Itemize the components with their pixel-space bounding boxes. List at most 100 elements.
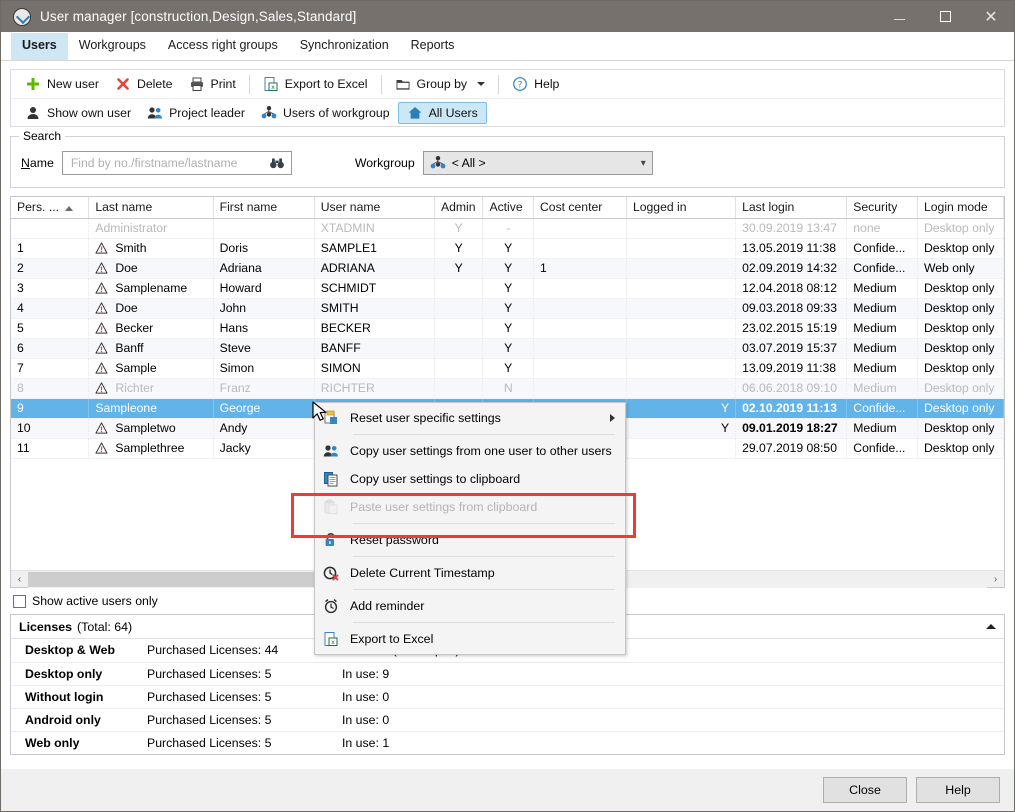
col-header-logged-in[interactable]: Logged in <box>626 197 737 219</box>
group-by-button[interactable]: Group by <box>387 73 494 95</box>
context-menu-separator <box>353 556 615 557</box>
context-menu-item-label: Paste user settings from clipboard <box>350 500 538 514</box>
col-header-last-name[interactable]: Last name <box>88 197 214 219</box>
new-user-label: New user <box>47 77 99 91</box>
license-kind: Android only <box>11 708 139 732</box>
col-header-active[interactable]: Active <box>482 197 534 219</box>
table-row[interactable]: 8 Richter Franz RICHTER N 06.06.2018 09:10 Med… <box>11 378 1004 399</box>
cell-security: none <box>846 218 918 239</box>
group-icon <box>261 105 277 121</box>
tab-access-right-groups[interactable]: Access right groups <box>157 33 289 60</box>
col-header-security[interactable]: Security <box>846 197 918 219</box>
chevron-down-icon[interactable]: ▾ <box>641 158 646 169</box>
cell-last-login: 13.05.2019 11:38 <box>735 238 848 259</box>
show-active-users-only-checkbox[interactable] <box>13 594 26 608</box>
cell-logged-in <box>626 338 737 359</box>
chevron-down-icon[interactable] <box>477 82 486 86</box>
close-window-button[interactable]: ✕ <box>968 1 1014 32</box>
table-row[interactable]: 7 Sample Simon SIMON Y 13.09.2019 11:38 Medium… <box>11 358 1004 379</box>
context-menu-item[interactable]: x Export to Excel <box>315 625 625 653</box>
table-row[interactable]: 4 Doe John SMITH Y 09.03.2018 09:33 Medium Desk… <box>11 298 1004 319</box>
scroll-thumb[interactable] <box>28 571 316 587</box>
show-own-user-label: Show own user <box>47 105 132 120</box>
toolbar-row-primary: New user Delete Print x Export to Excel … <box>11 70 1004 98</box>
new-user-button[interactable]: New user <box>17 73 107 95</box>
cell-login-mode: Desktop only <box>917 298 1004 319</box>
cell-cost-center <box>533 298 627 319</box>
export-to-excel-label: Export to Excel <box>284 77 368 91</box>
cell-last-name: Sampletwo <box>88 418 214 439</box>
cell-last-name: Doe <box>88 298 214 319</box>
all-users-label: All Users <box>428 105 478 120</box>
table-row[interactable]: Administrator XTADMIN Y - 30.09.2019 13:47 no… <box>11 218 1004 239</box>
scroll-left-button[interactable]: ‹ <box>11 574 28 585</box>
help-button[interactable]: ? Help <box>504 73 567 95</box>
all-users-button[interactable]: All Users <box>397 101 487 124</box>
printer-icon <box>189 76 205 92</box>
col-header-login-mode[interactable]: Login mode <box>917 197 1004 219</box>
tab-synchronization[interactable]: Synchronization <box>289 33 400 60</box>
licenses-title: Licenses <box>19 619 73 634</box>
maximize-button[interactable] <box>922 1 968 32</box>
help-footer-button[interactable]: Help <box>916 777 1000 803</box>
context-menu[interactable]: Reset user specific settings Copy user se… <box>314 402 626 655</box>
col-header-pers[interactable]: Pers. ... <box>11 197 90 219</box>
cell-first-name: Franz <box>213 378 315 399</box>
export-to-excel-button[interactable]: x Export to Excel <box>255 73 376 95</box>
search-input[interactable] <box>68 155 269 171</box>
col-header-first-name[interactable]: First name <box>213 197 315 219</box>
scroll-right-button[interactable]: › <box>987 574 1004 585</box>
search-input-wrapper[interactable] <box>61 151 292 175</box>
show-own-user-button[interactable]: Show own user <box>17 102 139 124</box>
folder-icon <box>395 76 411 92</box>
cell-first-name: Jacky <box>213 438 315 459</box>
table-row[interactable]: 5 Becker Hans BECKER Y 23.02.2015 15:19 Medium… <box>11 318 1004 339</box>
license-in-use: In use: 9 <box>334 662 1004 686</box>
license-in-use: In use: 1 <box>342 735 390 750</box>
col-header-admin[interactable]: Admin <box>434 197 484 219</box>
cell-last-login: 23.02.2015 15:19 <box>735 318 848 339</box>
context-menu-item[interactable]: Reset user specific settings <box>315 404 625 432</box>
binoculars-icon[interactable] <box>269 155 285 171</box>
close-button[interactable]: Close <box>823 777 907 803</box>
cell-user-name: XTADMIN <box>314 218 435 239</box>
cell-active: Y <box>482 278 534 299</box>
table-row[interactable]: 3 Samplename Howard SCHMIDT Y 12.04.2018 08:1… <box>11 278 1004 299</box>
print-button[interactable]: Print <box>181 73 244 95</box>
cell-user-name: SIMON <box>314 358 435 379</box>
delete-button[interactable]: Delete <box>107 73 181 95</box>
workgroup-select[interactable]: < All > ▾ <box>422 151 653 175</box>
table-row[interactable]: 2 Doe Adriana ADRIANA Y Y 1 02.09.2019 14:32 Con… <box>11 258 1004 279</box>
cell-login-mode: Web only <box>917 258 1004 279</box>
tab-reports[interactable]: Reports <box>400 33 466 60</box>
context-menu-item[interactable]: Add reminder <box>315 592 625 620</box>
col-header-cost-center[interactable]: Cost center <box>533 197 627 219</box>
col-header-last-login[interactable]: Last login <box>735 197 848 219</box>
tab-users[interactable]: Users <box>11 33 68 60</box>
users-of-workgroup-button[interactable]: Users of workgroup <box>253 102 398 124</box>
minimize-button[interactable] <box>876 1 922 32</box>
cell-logged-in <box>626 238 737 259</box>
context-menu-item-label: Reset user specific settings <box>350 411 501 425</box>
cell-active: - <box>482 218 534 239</box>
toolbar-divider <box>248 74 250 94</box>
arrow-up-icon[interactable] <box>986 624 996 629</box>
col-header-user-name[interactable]: User name <box>314 197 435 219</box>
table-row[interactable]: 6 Banff Steve BANFF Y 03.07.2019 15:37 Medium D… <box>11 338 1004 359</box>
license-row: Without login Purchased Licenses: 5 In use… <box>11 685 1004 709</box>
cell-pers-no: 9 <box>11 398 90 419</box>
context-menu-item[interactable]: Reset password <box>315 526 625 554</box>
tab-workgroups[interactable]: Workgroups <box>68 33 157 60</box>
context-menu-item[interactable]: Copy user settings from one user to othe… <box>315 437 625 465</box>
cell-cost-center: 1 <box>533 258 627 279</box>
table-row[interactable]: 1 Smith Doris SAMPLE1 Y Y 13.05.2019 11:38 Conf… <box>11 238 1004 259</box>
project-leader-button[interactable]: Project leader <box>139 102 253 124</box>
sort-asc-icon <box>65 205 73 211</box>
context-menu-item[interactable]: Delete Current Timestamp <box>315 559 625 587</box>
cell-admin <box>434 278 484 299</box>
cell-login-mode: Desktop only <box>917 438 1004 459</box>
svg-text:?: ? <box>518 80 523 90</box>
cell-admin <box>434 358 484 379</box>
cell-first-name: Doris <box>213 238 315 259</box>
context-menu-item[interactable]: Copy user settings to clipboard <box>315 465 625 493</box>
